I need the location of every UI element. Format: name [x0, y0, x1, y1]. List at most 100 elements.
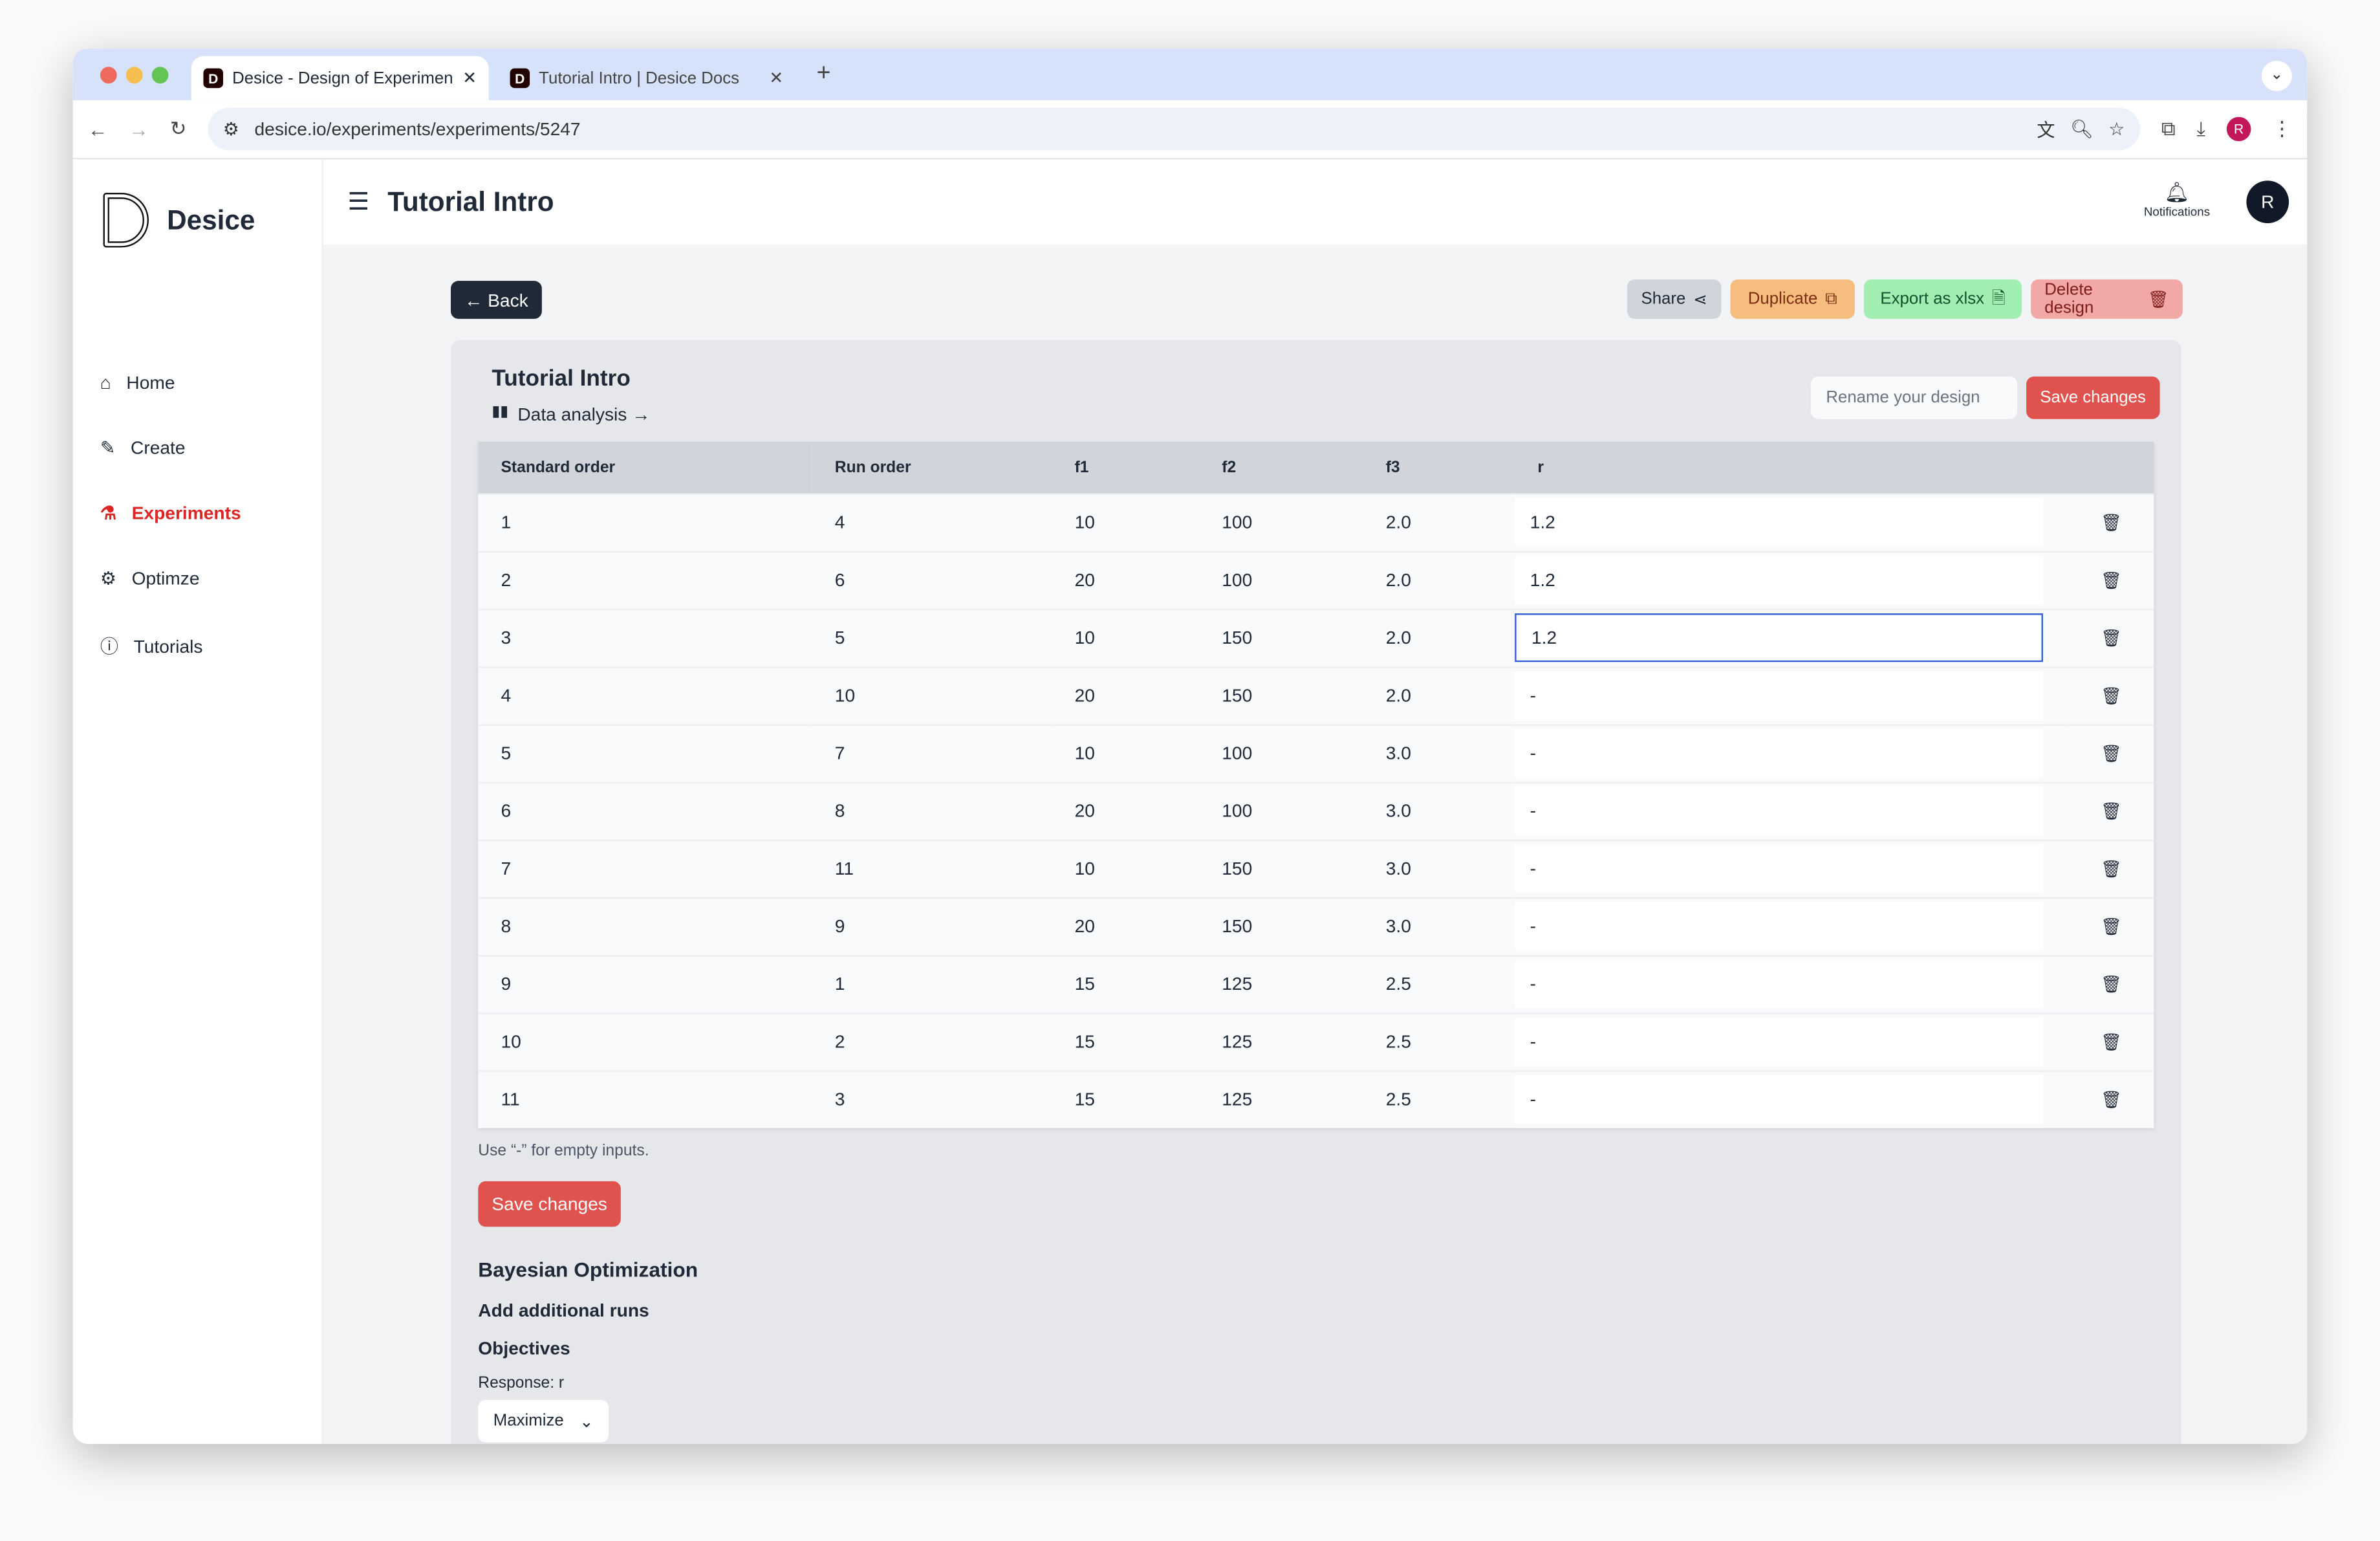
- response-input[interactable]: 1.2: [1515, 613, 2043, 662]
- browser-tab[interactable]: D Tutorial Intro | Desice Docs ✕: [498, 56, 795, 100]
- response-input[interactable]: -: [1515, 959, 2043, 1009]
- translate-icon[interactable]: 文: [2037, 116, 2055, 142]
- table-row: 4 10 20 150 2.0- 🗑︎: [478, 666, 2154, 725]
- export-xlsx-button[interactable]: Export as xlsx 🗎: [1863, 279, 2022, 319]
- response-input[interactable]: 1.2: [1515, 497, 2043, 547]
- favicon-icon: D: [203, 68, 223, 89]
- address-bar[interactable]: ⚙ desice.io/experiments/experiments/5247 …: [208, 107, 2141, 151]
- table-cell: 9: [478, 954, 812, 1013]
- delete-row-button[interactable]: 🗑︎: [2068, 666, 2154, 725]
- hamburger-menu-icon[interactable]: ☰: [347, 187, 369, 217]
- table-row: 9 1 15 125 2.5- 🗑︎: [478, 954, 2154, 1013]
- table-cell: 1: [478, 492, 812, 551]
- delete-row-button[interactable]: 🗑︎: [2068, 954, 2154, 1013]
- close-window-button[interactable]: [100, 67, 117, 84]
- response-input[interactable]: -: [1515, 902, 2043, 951]
- bookmark-star-icon[interactable]: ☆: [2108, 118, 2125, 140]
- sidebar-item-tutorials[interactable]: ⓘ Tutorials: [100, 633, 203, 659]
- tab-bar: D Desice - Design of Experimen ✕ D Tutor…: [72, 49, 2308, 100]
- bell-icon: 🔔︎: [2164, 180, 2190, 204]
- sidebar-item-optimize[interactable]: ⚙ Optimze: [100, 568, 200, 589]
- excel-file-icon: 🗎: [1991, 289, 2006, 308]
- table-cell: 100: [1199, 723, 1363, 782]
- table-cell: 15: [1052, 954, 1200, 1013]
- response-input[interactable]: -: [1515, 671, 2043, 720]
- forward-icon[interactable]: →: [129, 118, 149, 140]
- user-avatar[interactable]: R: [2246, 180, 2289, 223]
- empty-input-hint: Use “-” for empty inputs.: [478, 1141, 649, 1161]
- tab-list-icon[interactable]: ⌄: [2261, 60, 2292, 91]
- gear-icon: ⚙: [100, 567, 117, 589]
- response-input[interactable]: -: [1515, 844, 2043, 893]
- response-input[interactable]: 1.2: [1515, 555, 2043, 605]
- notifications-button[interactable]: 🔔︎ Notifications: [2144, 180, 2210, 219]
- trash-icon: 🗑︎: [2147, 290, 2169, 309]
- trash-icon: 🗑︎: [2101, 514, 2122, 533]
- delete-design-button[interactable]: Delete design 🗑︎: [2031, 279, 2183, 319]
- zoom-icon[interactable]: 🔍︎: [2070, 118, 2093, 140]
- objective-goal-select[interactable]: Maximize ⌄: [478, 1399, 609, 1443]
- save-changes-bottom-button[interactable]: Save changes: [478, 1181, 622, 1227]
- delete-row-button[interactable]: 🗑︎: [2068, 1069, 2154, 1128]
- maximize-window-button[interactable]: [151, 67, 169, 84]
- app-header: ☰ Tutorial Intro 🔔︎ Notifications R: [323, 159, 2308, 245]
- sidebar-item-experiments[interactable]: ⚗ Experiments: [100, 503, 241, 524]
- delete-row-button[interactable]: 🗑︎: [2068, 896, 2154, 956]
- column-header: f2: [1199, 441, 1363, 494]
- table-cell: 10: [1052, 607, 1200, 667]
- back-button[interactable]: ← Back: [451, 281, 542, 319]
- delete-row-button[interactable]: 🗑︎: [2068, 550, 2154, 609]
- column-header: Run order: [812, 441, 1052, 494]
- table-row: 8 9 20 150 3.0- 🗑︎: [478, 896, 2154, 956]
- response-input[interactable]: -: [1515, 1075, 2043, 1124]
- delete-row-button[interactable]: 🗑︎: [2068, 781, 2154, 840]
- back-icon[interactable]: ←: [88, 118, 108, 140]
- delete-row-button[interactable]: 🗑︎: [2068, 838, 2154, 898]
- table-cell: 4: [812, 492, 1052, 551]
- delete-row-button[interactable]: 🗑︎: [2068, 607, 2154, 667]
- new-tab-icon[interactable]: +: [817, 61, 831, 88]
- minimize-window-button[interactable]: [125, 67, 143, 84]
- table-row: 5 7 10 100 3.0- 🗑︎: [478, 723, 2154, 782]
- response-input[interactable]: -: [1515, 786, 2043, 835]
- column-header-actions: [2068, 441, 2154, 494]
- rename-design-input[interactable]: Rename your design: [1810, 377, 2018, 419]
- bar-chart-icon: ▮▮: [492, 404, 509, 421]
- share-icon: ⋖: [1693, 290, 1707, 309]
- save-changes-button[interactable]: Save changes: [2026, 377, 2159, 419]
- sidebar-item-create[interactable]: ✎ Create: [100, 437, 186, 459]
- trash-icon: 🗑︎: [2101, 745, 2122, 764]
- browser-tab-active[interactable]: D Desice - Design of Experimen ✕: [191, 56, 489, 100]
- delete-row-button[interactable]: 🗑︎: [2068, 492, 2154, 551]
- table-cell: 2: [478, 550, 812, 609]
- design-table: Standard order Run order f1 f2 f3 r 1 4 10 100 2.0…: [478, 441, 2154, 1128]
- trash-icon: 🗑︎: [2101, 918, 2122, 937]
- close-tab-icon[interactable]: ✕: [769, 69, 783, 88]
- profile-avatar[interactable]: R: [2226, 116, 2251, 142]
- brand-logo[interactable]: Desice: [103, 193, 255, 248]
- objectives-heading: Objectives: [478, 1337, 570, 1359]
- duplicate-button[interactable]: Duplicate ⧉: [1730, 279, 1855, 319]
- design-card: Tutorial Intro ▮▮ Data analysis → Rename …: [451, 340, 2181, 1444]
- response-cell: 1.2: [1515, 550, 2069, 609]
- table-row: 7 11 10 150 3.0- 🗑︎: [478, 838, 2154, 898]
- sidebar-item-home[interactable]: ⌂ Home: [100, 372, 175, 393]
- download-icon[interactable]: ⤓: [2197, 117, 2205, 142]
- response-input[interactable]: -: [1515, 1017, 2043, 1066]
- table-cell: 20: [1052, 550, 1200, 609]
- table-cell: 11: [812, 838, 1052, 898]
- menu-kebab-icon[interactable]: ⋮: [2272, 117, 2292, 142]
- add-runs-heading: Add additional runs: [478, 1299, 649, 1321]
- extensions-icon[interactable]: ⧉: [2161, 117, 2176, 142]
- data-analysis-link[interactable]: ▮▮ Data analysis →: [492, 404, 650, 425]
- response-input[interactable]: -: [1515, 728, 2043, 778]
- site-info-icon[interactable]: ⚙: [223, 118, 239, 140]
- delete-row-button[interactable]: 🗑︎: [2068, 1012, 2154, 1071]
- column-header: r: [1515, 441, 2069, 494]
- delete-row-button[interactable]: 🗑︎: [2068, 723, 2154, 782]
- close-tab-icon[interactable]: ✕: [462, 69, 477, 88]
- column-header: f1: [1052, 441, 1200, 494]
- reload-icon[interactable]: ↻: [170, 117, 187, 142]
- share-button[interactable]: Share ⋖: [1627, 279, 1722, 319]
- table-cell: 8: [478, 896, 812, 956]
